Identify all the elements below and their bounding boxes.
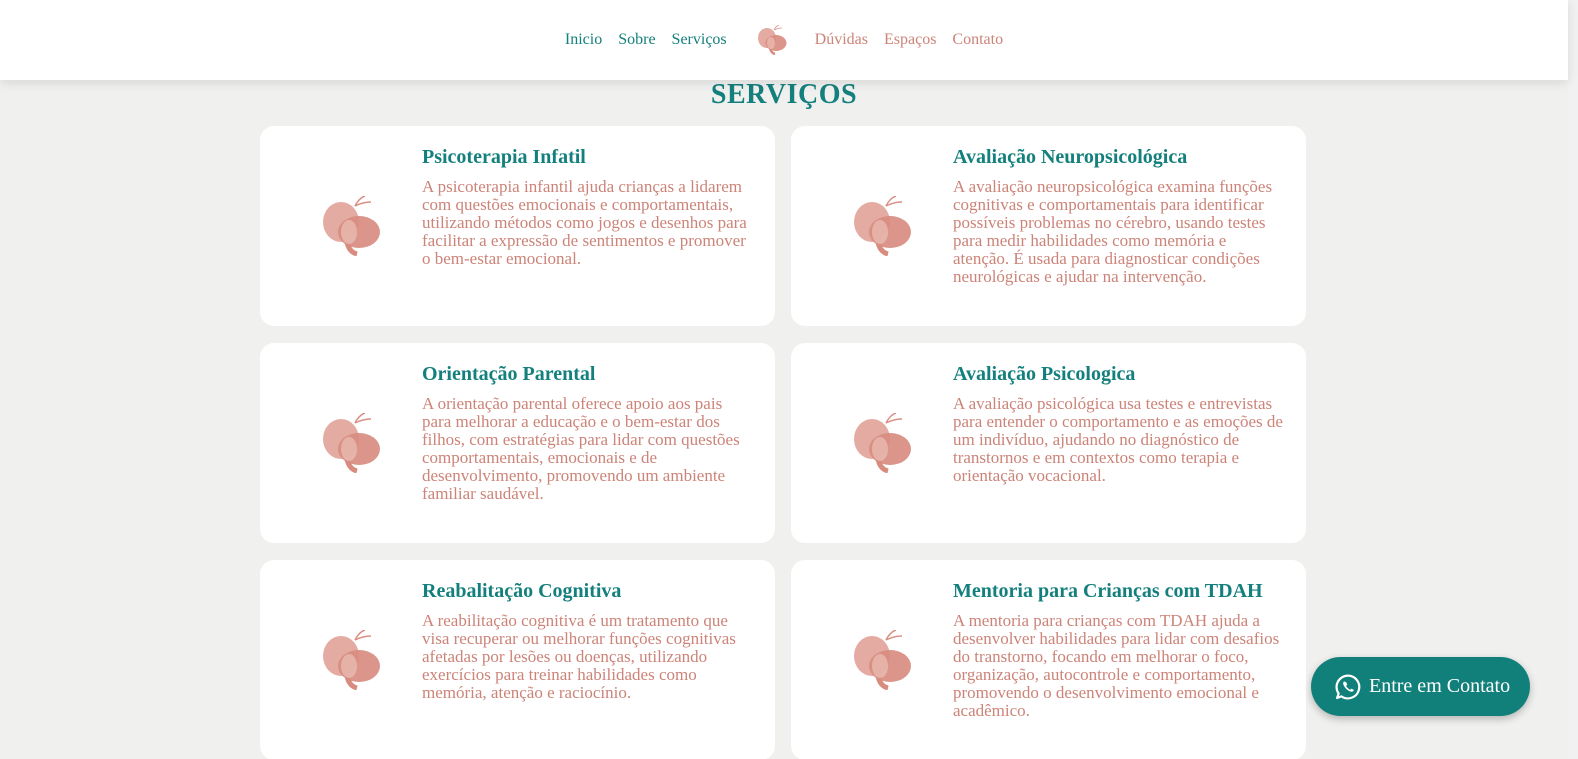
service-title: Reabalitação Cognitiva (422, 580, 622, 602)
nav-link-sobre[interactable]: Sobre (618, 31, 655, 49)
service-description: A avaliação neuropsicológica examina fun… (953, 177, 1273, 286)
services-grid: Psicoterapia Infatil A psicoterapia infa… (260, 126, 1306, 759)
contact-button-label: Entre em Contato (1369, 675, 1511, 697)
butterfly-icon (847, 126, 917, 326)
service-title: Avaliação Neuropsicológica (953, 146, 1188, 168)
service-title: Mentoria para Crianças com TDAH (953, 580, 1263, 602)
butterfly-icon[interactable] (753, 21, 791, 59)
service-card-body: Reabalitação Cognitiva A reabilitação co… (422, 580, 755, 702)
service-card-body: Orientação Parental A orientação parenta… (422, 363, 755, 503)
service-card: Avaliação Psicologica A avaliação psicol… (791, 343, 1306, 543)
top-navbar: Inicio Sobre Serviços Dúvidas Espaços Co… (0, 0, 1568, 80)
nav-link-inicio[interactable]: Inicio (565, 31, 602, 49)
service-title: Avaliação Psicologica (953, 363, 1136, 385)
nav-link-espacos[interactable]: Espaços (884, 31, 936, 49)
service-description: A mentoria para crianças com TDAH ajuda … (953, 611, 1280, 720)
butterfly-icon (316, 560, 386, 759)
service-card-body: Avaliação Neuropsicológica A avaliação n… (953, 146, 1286, 286)
service-description: A orientação parental oferece apoio aos … (422, 394, 740, 503)
contact-whatsapp-button[interactable]: Entre em Contato (1311, 657, 1530, 716)
service-card: Mentoria para Crianças com TDAH A mentor… (791, 560, 1306, 759)
section-title: SERVIÇOS (710, 79, 858, 110)
butterfly-icon (847, 560, 917, 759)
butterfly-icon (847, 343, 917, 543)
service-description: A avaliação psicológica usa testes e ent… (953, 394, 1283, 485)
page-scrollbar[interactable] (1568, 0, 1578, 759)
service-card-body: Mentoria para Crianças com TDAH A mentor… (953, 580, 1286, 720)
service-card-body: Avaliação Psicologica A avaliação psicol… (953, 363, 1286, 485)
service-description: A psicoterapia infantil ajuda crianças a… (422, 177, 747, 268)
service-card: Reabalitação Cognitiva A reabilitação co… (260, 560, 775, 759)
service-description: A reabilitação cognitiva é um tratamento… (422, 611, 736, 702)
butterfly-icon (316, 126, 386, 326)
nav-link-duvidas[interactable]: Dúvidas (815, 31, 868, 49)
service-card-body: Psicoterapia Infatil A psicoterapia infa… (422, 146, 755, 268)
nav-link-servicos[interactable]: Serviços (672, 31, 727, 49)
whatsapp-icon (1333, 672, 1363, 702)
service-card: Psicoterapia Infatil A psicoterapia infa… (260, 126, 775, 326)
service-card: Orientação Parental A orientação parenta… (260, 343, 775, 543)
service-card: Avaliação Neuropsicológica A avaliação n… (791, 126, 1306, 326)
service-title: Psicoterapia Infatil (422, 146, 586, 168)
nav-link-contato[interactable]: Contato (952, 31, 1003, 49)
service-title: Orientação Parental (422, 363, 596, 385)
butterfly-icon (316, 343, 386, 543)
nav-left-group: Inicio Sobre Serviços (565, 31, 727, 49)
nav-right-group: Dúvidas Espaços Contato (815, 31, 1003, 49)
